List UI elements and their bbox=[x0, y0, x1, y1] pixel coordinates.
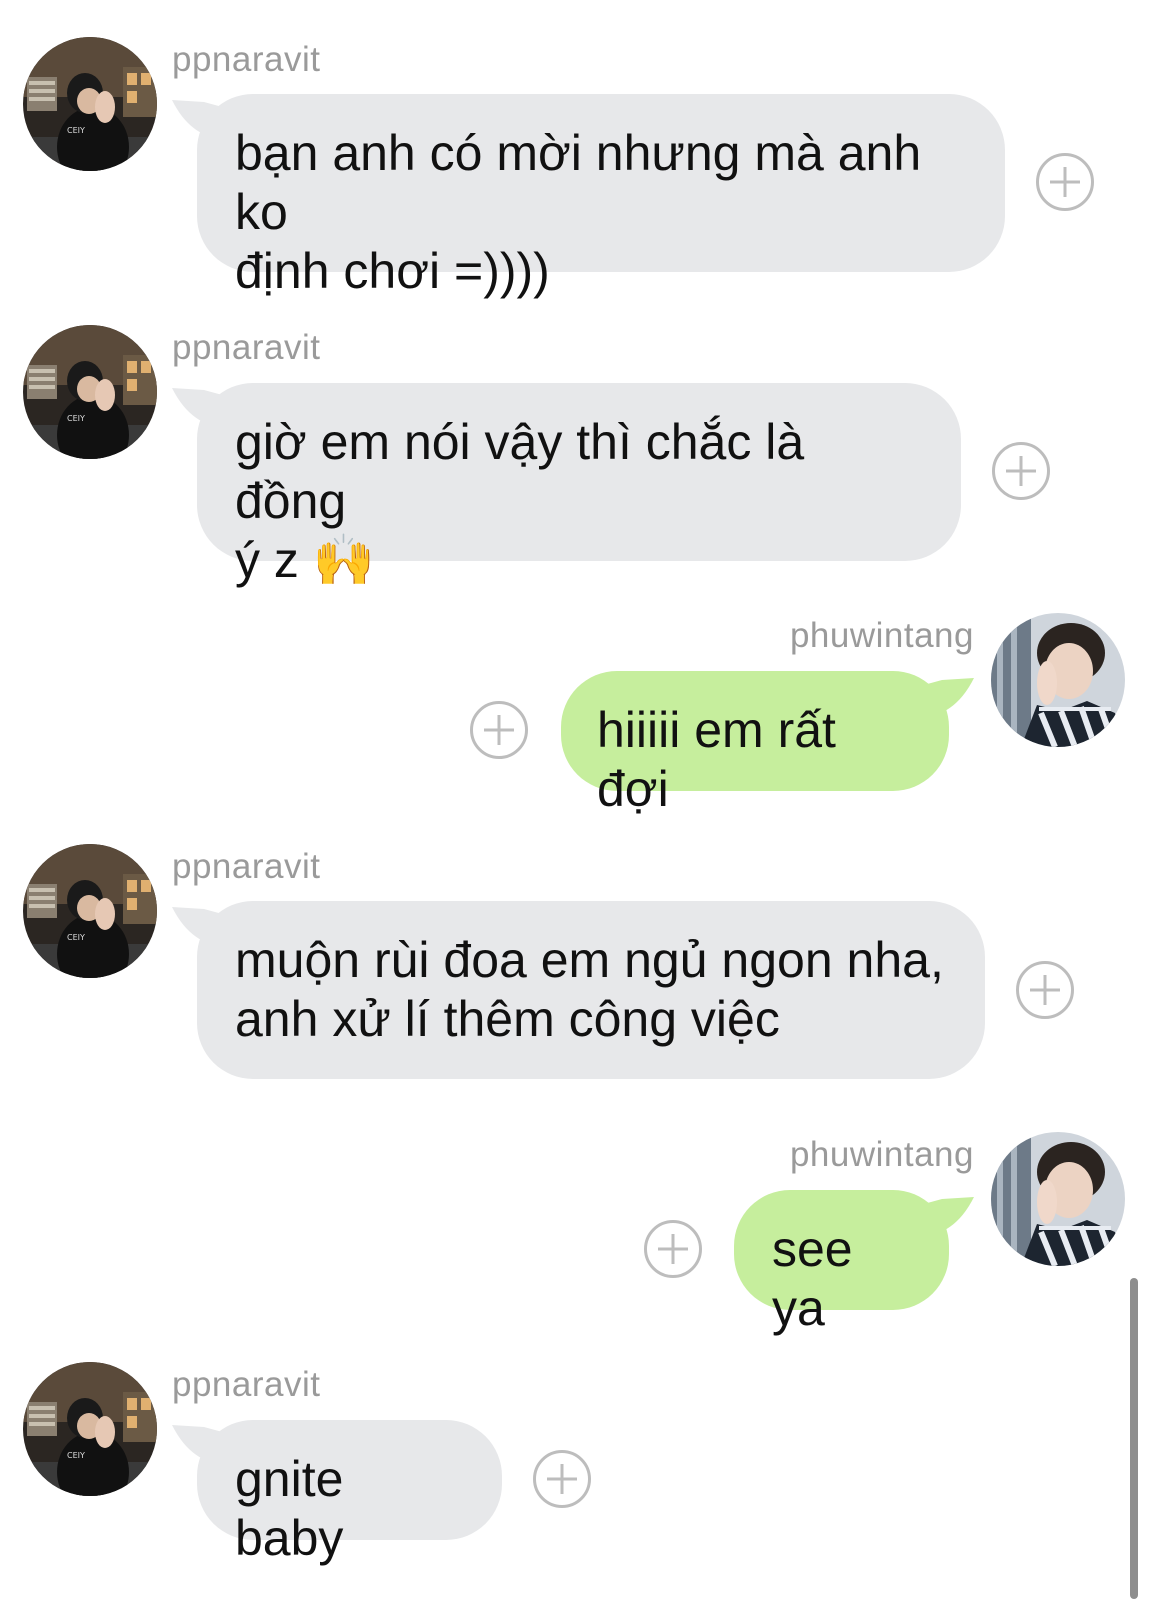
plus-circle-icon[interactable] bbox=[1036, 153, 1094, 211]
plus-circle-icon[interactable] bbox=[470, 701, 528, 759]
plus-circle-icon[interactable] bbox=[1016, 961, 1074, 1019]
avatar-phuwintang[interactable] bbox=[991, 613, 1125, 747]
sender-name: ppnaravit bbox=[172, 847, 321, 886]
message-bubble-incoming[interactable]: bạn anh có mời nhưng mà anh ko định chơi… bbox=[197, 94, 1005, 299]
sender-name: ppnaravit bbox=[172, 40, 321, 79]
avatar-ppnaravit[interactable] bbox=[23, 1362, 157, 1496]
plus-circle-icon[interactable] bbox=[533, 1450, 591, 1508]
sender-name: phuwintang bbox=[789, 1135, 974, 1174]
avatar-ppnaravit[interactable] bbox=[23, 325, 157, 459]
message-bubble-outgoing[interactable]: see ya bbox=[734, 1190, 949, 1336]
message-bubble-outgoing[interactable]: hiiiii em rất đợi bbox=[561, 671, 949, 817]
plus-circle-icon[interactable] bbox=[992, 442, 1050, 500]
avatar-phuwintang[interactable] bbox=[991, 1132, 1125, 1266]
plus-circle-icon[interactable] bbox=[644, 1220, 702, 1278]
sender-name: ppnaravit bbox=[172, 1365, 321, 1404]
sender-name: phuwintang bbox=[789, 616, 974, 655]
avatar-ppnaravit[interactable] bbox=[23, 37, 157, 171]
avatar-ppnaravit[interactable] bbox=[23, 844, 157, 978]
message-bubble-incoming[interactable]: muộn rùi đoa em ngủ ngon nha, anh xử lí … bbox=[197, 901, 985, 1079]
scrollbar[interactable] bbox=[1130, 1278, 1138, 1599]
message-bubble-incoming[interactable]: gnite baby bbox=[197, 1420, 502, 1566]
message-bubble-incoming[interactable]: giờ em nói vậy thì chắc là đồng ý z 🙌 bbox=[197, 383, 961, 588]
sender-name: ppnaravit bbox=[172, 328, 321, 367]
